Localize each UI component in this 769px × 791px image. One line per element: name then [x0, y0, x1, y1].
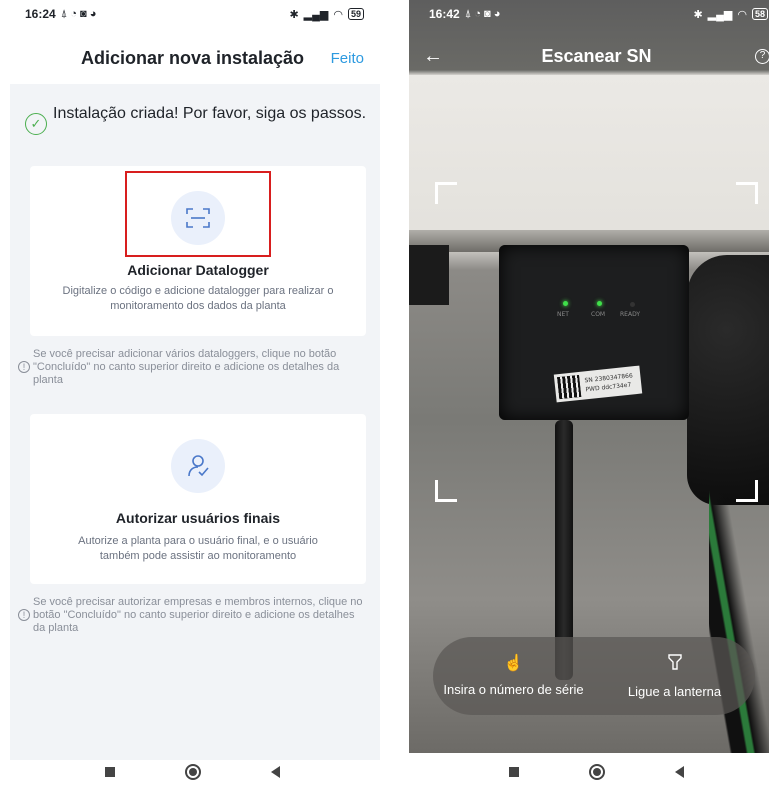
success-message: ✓ Instalação criada! Por favor, siga os …: [25, 104, 370, 135]
led-com: [597, 301, 602, 306]
camera-wires: [709, 490, 769, 755]
signal-icon: ▂▄▆: [707, 8, 733, 21]
scan-frame-corner: [736, 182, 758, 204]
card-description: Autorize a planta para o usuário final, …: [78, 535, 318, 562]
header: ← Escanear SN ?: [409, 38, 769, 74]
info-note: ! Se você precisar autorizar empresas e …: [18, 596, 368, 635]
back-arrow-icon[interactable]: ←: [423, 45, 443, 68]
hand-pointer-icon: ☝: [503, 654, 524, 672]
led-label: COM: [591, 311, 606, 318]
note-text: Se você precisar autorizar empresas e me…: [33, 596, 363, 634]
system-nav-bar: [409, 753, 769, 791]
home-icon[interactable]: [589, 764, 605, 780]
scan-frame-corner: [736, 480, 758, 502]
left-screen: 16:24 ⍋ ◔ ◙ ◕ ✱ ▂▄▆ ◠ 59 Adicionar nova …: [5, 0, 380, 791]
status-time: 16:24: [25, 7, 56, 21]
user-check-icon[interactable]: [171, 439, 225, 493]
led-label: READY: [620, 311, 641, 318]
back-nav-icon[interactable]: [675, 766, 684, 778]
camera-wall: [409, 75, 769, 245]
qr-code: [557, 374, 582, 400]
done-button[interactable]: Feito: [331, 50, 364, 67]
status-bar: 16:24 ⍋ ◔ ◙ ◕ ✱ ▂▄▆ ◠ 59: [5, 0, 380, 28]
page-title: Escanear SN: [541, 45, 652, 66]
info-icon: !: [18, 609, 30, 621]
right-screen: NET COM READY SN 2380347866 PWD ddc734e7…: [409, 0, 769, 791]
battery-icon: 58: [751, 8, 768, 20]
info-note: ! Se você precisar adicionar vários data…: [18, 348, 368, 387]
add-datalogger-card[interactable]: Adicionar Datalogger Digitalize o código…: [30, 166, 366, 336]
led-ready: [630, 302, 635, 307]
bluetooth-icon: ✱: [289, 8, 299, 21]
status-bar: 16:42 ⍋ ◔ ◙ ◕ ✱ ▂▄▆ ◠ 58: [409, 0, 769, 28]
datalogger-device: NET COM READY SN 2380347866 PWD ddc734e7: [499, 245, 689, 420]
card-title: Adicionar Datalogger: [127, 262, 269, 278]
success-text: Instalação criada! Por favor, siga os pa…: [53, 105, 367, 122]
card-title: Autorizar usuários finais: [115, 510, 281, 526]
wifi-icon: ◠: [737, 8, 747, 21]
page-title: Adicionar nova instalação: [80, 47, 305, 68]
enter-serial-button[interactable]: ☝ Insira o número de série: [433, 637, 594, 715]
scan-frame-corner: [435, 480, 457, 502]
wifi-icon: ◠: [333, 8, 343, 21]
flashlight-button[interactable]: Ligue a lanterna: [594, 637, 755, 715]
info-icon: !: [18, 361, 30, 373]
authorize-users-card[interactable]: Autorizar usuários finais Autorize a pla…: [30, 414, 366, 584]
recents-icon[interactable]: [105, 767, 115, 777]
serial-sticker: SN 2380347866 PWD ddc734e7: [553, 365, 643, 403]
led-label: NET: [557, 311, 569, 318]
flashlight-label: Ligue a lanterna: [627, 683, 722, 699]
battery-icon: 59: [347, 8, 364, 20]
notification-icons: ⍋ ◔ ◙ ◕: [464, 7, 501, 20]
recents-icon[interactable]: [509, 767, 519, 777]
header: Adicionar nova instalação Feito: [5, 38, 380, 78]
back-nav-icon[interactable]: [271, 766, 280, 778]
notification-icons: ⍋ ◔ ◙ ◕: [60, 7, 97, 20]
status-time: 16:42: [429, 7, 460, 21]
scan-frame-corner: [435, 182, 457, 204]
led-net: [563, 301, 568, 306]
enter-serial-label: Insira o número de série: [443, 681, 584, 697]
camera-object: [409, 245, 449, 305]
scan-toolbar: ☝ Insira o número de série Ligue a lante…: [433, 637, 755, 715]
signal-icon: ▂▄▆: [303, 8, 329, 21]
check-circle-icon: ✓: [25, 113, 47, 135]
card-description: Digitalize o código e adicione datalogge…: [62, 285, 334, 312]
system-nav-bar: [5, 753, 380, 791]
camera-cable: [687, 255, 769, 505]
note-text: Se você precisar adicionar vários datalo…: [33, 348, 340, 386]
home-icon[interactable]: [185, 764, 201, 780]
bluetooth-icon: ✱: [693, 8, 703, 21]
flashlight-icon: [667, 653, 682, 674]
content-area: ✓ Instalação criada! Por favor, siga os …: [10, 84, 380, 760]
highlight-box: [125, 171, 271, 257]
help-icon[interactable]: ?: [755, 48, 769, 64]
